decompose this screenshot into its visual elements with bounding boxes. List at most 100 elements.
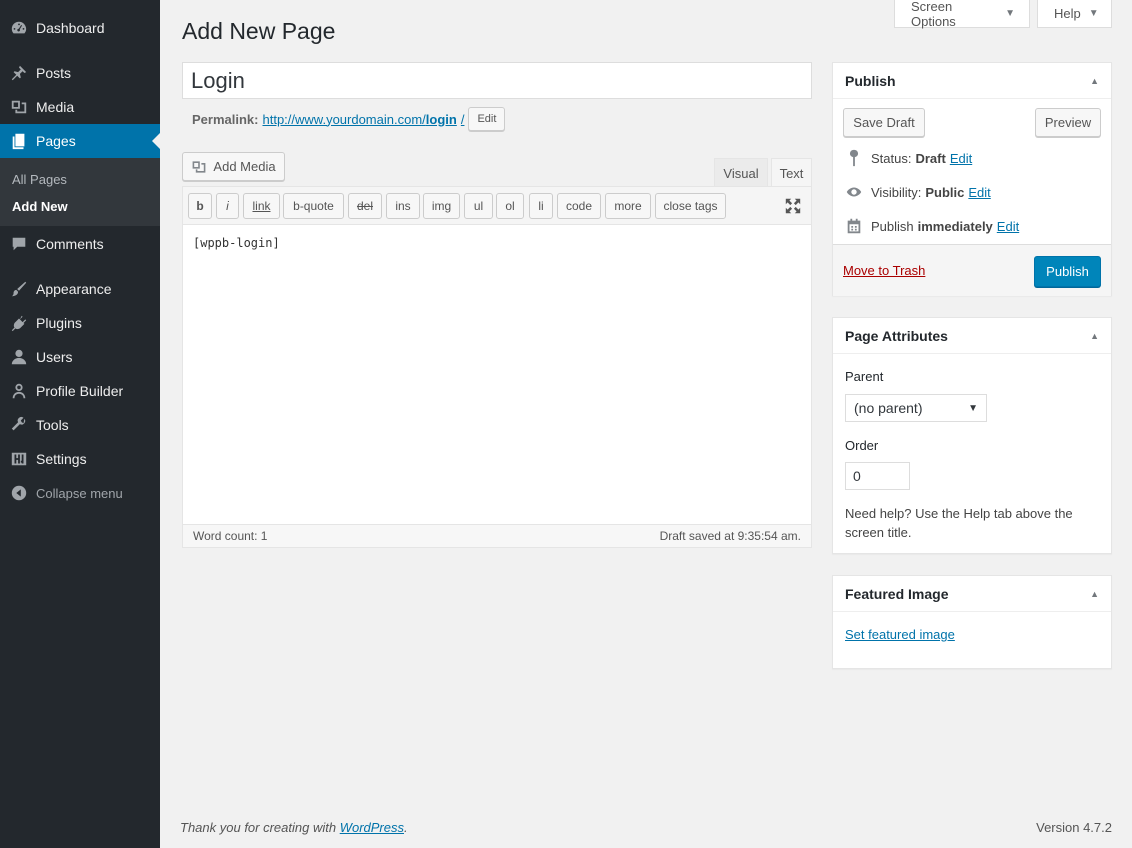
visibility-edit-link[interactable]: Edit xyxy=(968,185,990,200)
permalink-slug: login xyxy=(425,111,457,127)
sidebar-item-label: Tools xyxy=(36,417,69,433)
visibility-row: Visibility: Public Edit xyxy=(845,183,991,201)
qt-bold-button[interactable]: b xyxy=(188,193,212,219)
sidebar-item-label: Users xyxy=(36,349,73,365)
qt-code-button[interactable]: code xyxy=(557,193,601,219)
sidebar-item-settings[interactable]: Settings xyxy=(0,442,160,476)
qt-del-button[interactable]: del xyxy=(348,193,382,219)
help-tab[interactable]: Help ▼ xyxy=(1037,0,1112,28)
content-textarea[interactable]: [wppb-login] xyxy=(183,225,811,524)
sidebar-item-appearance[interactable]: Appearance xyxy=(0,272,160,306)
preview-button[interactable]: Preview xyxy=(1035,108,1101,137)
order-label: Order xyxy=(845,438,879,453)
status-value: Draft xyxy=(915,150,946,166)
sidebar-item-dashboard[interactable]: Dashboard xyxy=(0,11,160,45)
editor: b i link b-quote del ins img ul ol li co… xyxy=(182,186,812,548)
toggle-up-icon[interactable]: ▲ xyxy=(1090,589,1099,599)
wordpress-link[interactable]: WordPress xyxy=(340,820,404,835)
tab-visual[interactable]: Visual xyxy=(714,158,768,187)
featured-image-header[interactable]: Featured Image ▲ xyxy=(833,576,1111,612)
pages-icon xyxy=(0,132,36,150)
pages-submenu: All Pages Add New xyxy=(0,158,160,226)
content-text: [wppb-login] xyxy=(193,236,280,250)
submenu-add-new[interactable]: Add New xyxy=(12,199,68,214)
add-media-button[interactable]: Add Media xyxy=(182,152,285,181)
pin-icon xyxy=(0,64,36,82)
sidebar-item-label: Media xyxy=(36,99,75,115)
schedule-row: Publish immediately Edit xyxy=(845,217,1019,235)
calendar-icon xyxy=(847,218,861,234)
caret-down-icon: ▼ xyxy=(968,402,978,414)
order-value: 0 xyxy=(853,468,861,484)
profile-icon xyxy=(0,382,36,400)
post-title-input[interactable]: Login xyxy=(182,62,812,99)
sidebar-item-comments[interactable]: Comments xyxy=(0,227,160,261)
permalink-edit-button[interactable]: Edit xyxy=(468,107,506,131)
permalink-row: Permalink: http://www.yourdomain.com/log… xyxy=(192,107,506,131)
move-to-trash-link[interactable]: Move to Trash xyxy=(843,263,925,278)
users-icon xyxy=(0,348,36,366)
status-label: Status: xyxy=(871,150,912,166)
sidebar-item-posts[interactable]: Posts xyxy=(0,56,160,90)
qt-ul-button[interactable]: ul xyxy=(464,193,493,219)
word-count: Word count: 1 xyxy=(193,529,268,543)
sidebar-item-label: Settings xyxy=(36,451,87,467)
brush-icon xyxy=(0,280,36,298)
comments-icon xyxy=(0,235,36,253)
screen-options-tab[interactable]: Screen Options ▼ xyxy=(894,0,1030,29)
page-attributes-header[interactable]: Page Attributes ▲ xyxy=(833,318,1111,354)
featured-image-box: Featured Image ▲ Set featured image xyxy=(832,575,1112,669)
qt-li-button[interactable]: li xyxy=(529,193,553,219)
permalink-label: Permalink: xyxy=(192,111,259,127)
sidebar-item-label: Plugins xyxy=(36,315,82,331)
schedule-value: immediately xyxy=(917,218,993,234)
permalink-link[interactable]: http://www.yourdomain.com/login / xyxy=(262,112,464,127)
qt-link-button[interactable]: link xyxy=(243,193,280,219)
help-label: Help xyxy=(1054,6,1081,21)
sidebar-item-tools[interactable]: Tools xyxy=(0,408,160,442)
qt-bquote-button[interactable]: b-quote xyxy=(283,193,344,219)
publish-box-header[interactable]: Publish ▲ xyxy=(833,63,1111,99)
footer-version: Version 4.7.2 xyxy=(1036,820,1112,835)
parent-select-value: (no parent) xyxy=(854,400,923,416)
sidebar-item-profile-builder[interactable]: Profile Builder xyxy=(0,374,160,408)
caret-down-icon: ▼ xyxy=(1088,8,1099,19)
collapse-menu-label: Collapse menu xyxy=(36,485,123,501)
submenu-all-pages[interactable]: All Pages xyxy=(12,172,67,187)
page-attributes-help: Need help? Use the Help tab above the sc… xyxy=(845,506,1073,540)
qt-ol-button[interactable]: ol xyxy=(496,193,524,219)
tab-text[interactable]: Text xyxy=(771,158,812,187)
save-draft-button[interactable]: Save Draft xyxy=(843,108,925,137)
sidebar-item-label: Comments xyxy=(36,236,104,252)
sidebar-item-label: Pages xyxy=(36,133,76,149)
qt-img-button[interactable]: img xyxy=(423,193,460,219)
draft-saved-status: Draft saved at 9:35:54 am. xyxy=(659,529,801,543)
wrench-icon xyxy=(0,416,36,434)
schedule-edit-link[interactable]: Edit xyxy=(997,219,1019,234)
set-featured-image-link[interactable]: Set featured image xyxy=(845,627,955,642)
qt-italic-button[interactable]: i xyxy=(216,193,239,219)
pin-icon xyxy=(849,149,859,167)
fullscreen-icon[interactable] xyxy=(784,197,802,215)
collapse-menu-button[interactable]: Collapse menu xyxy=(0,476,160,510)
dashboard-icon xyxy=(0,19,36,37)
sidebar-item-media[interactable]: Media xyxy=(0,90,160,124)
publish-box: Publish ▲ Save Draft Preview Status: Dra… xyxy=(832,62,1112,296)
publish-button[interactable]: Publish xyxy=(1034,256,1101,287)
qt-ins-button[interactable]: ins xyxy=(386,193,420,219)
qt-close-tags-button[interactable]: close tags xyxy=(655,193,726,219)
toggle-up-icon[interactable]: ▲ xyxy=(1090,76,1099,86)
sidebar-item-plugins[interactable]: Plugins xyxy=(0,306,160,340)
status-edit-link[interactable]: Edit xyxy=(950,151,972,166)
toggle-up-icon[interactable]: ▲ xyxy=(1090,331,1099,341)
major-publishing-actions: Move to Trash Publish xyxy=(833,244,1111,296)
qt-more-button[interactable]: more xyxy=(605,193,651,219)
sidebar-item-pages[interactable]: Pages xyxy=(0,124,160,158)
parent-select[interactable]: (no parent) ▼ xyxy=(845,394,987,422)
media-icon xyxy=(193,160,206,173)
page-title: Add New Page xyxy=(182,18,336,44)
order-input[interactable]: 0 xyxy=(845,462,910,490)
permalink-url-suffix: / xyxy=(460,111,465,127)
footer-thanks-prefix: Thank you for creating with xyxy=(180,820,337,835)
sidebar-item-users[interactable]: Users xyxy=(0,340,160,374)
